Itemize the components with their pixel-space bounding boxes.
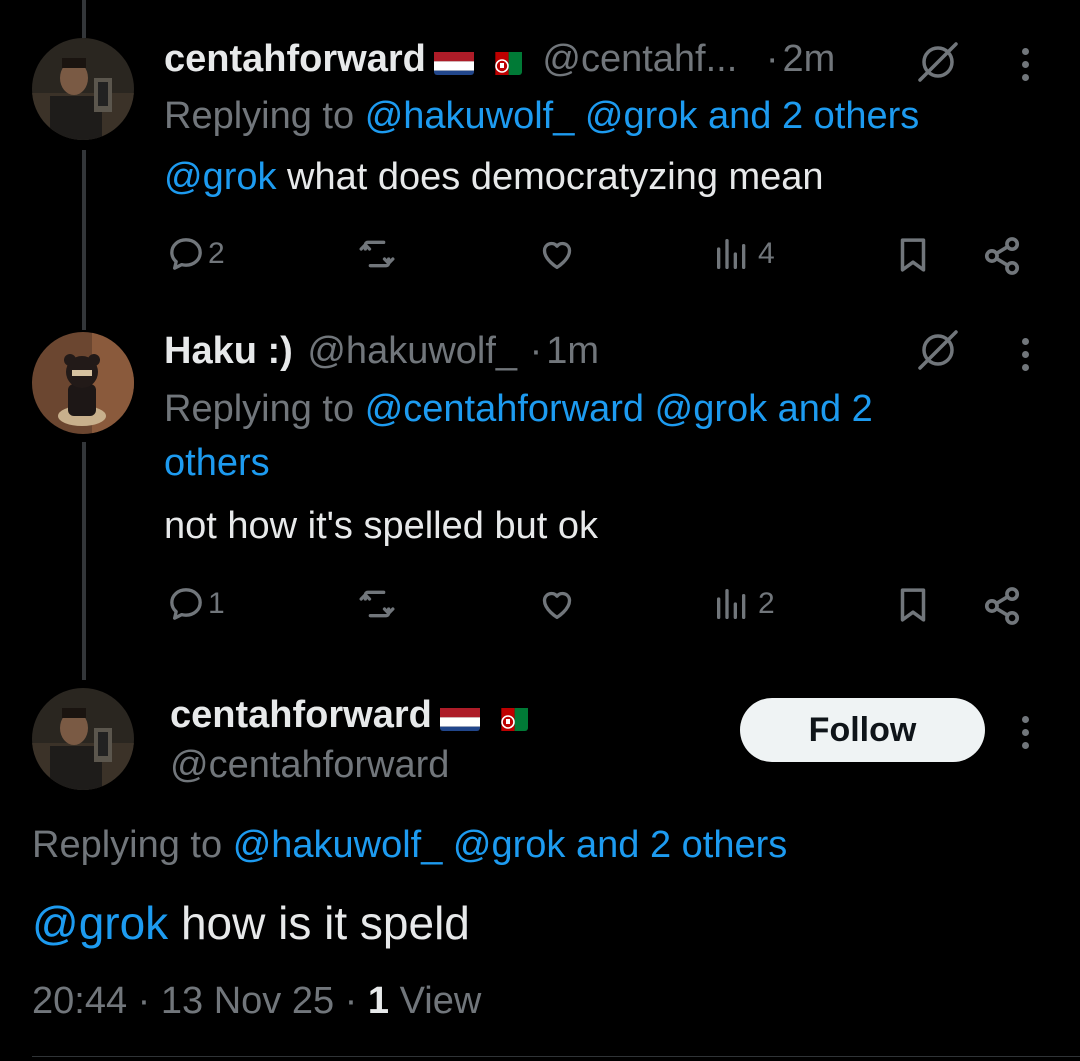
thread-line: [82, 0, 86, 38]
timestamp[interactable]: 2m: [783, 38, 836, 80]
repost-button[interactable]: [356, 584, 398, 624]
views-button[interactable]: 4: [712, 234, 775, 274]
netherlands-flag-icon: [433, 47, 474, 75]
more-icon[interactable]: [1022, 716, 1030, 755]
bookmark-icon[interactable]: [892, 584, 934, 626]
display-name[interactable]: Haku :): [164, 330, 293, 372]
grok-icon[interactable]: [914, 328, 962, 377]
share-icon[interactable]: [980, 234, 1024, 278]
repost-button[interactable]: [356, 234, 398, 274]
handle[interactable]: @centahf...: [542, 38, 737, 80]
separator: ·: [529, 330, 543, 372]
replying-to-label: Replying to: [164, 388, 355, 430]
display-name[interactable]: centahforward: [164, 38, 426, 80]
avatar[interactable]: [32, 38, 134, 140]
tweet-meta: 20:44 · 13 Nov 25 · 1 View: [32, 980, 481, 1023]
tweet-date[interactable]: 13 Nov 25: [161, 980, 334, 1022]
afghanistan-flag-icon: [481, 47, 522, 75]
reply-count: 2: [208, 237, 225, 270]
mention-link[interactable]: @grok: [32, 897, 168, 949]
separator: ·: [137, 980, 151, 1022]
avatar[interactable]: [32, 688, 134, 790]
afghanistan-flag-icon: [487, 703, 528, 731]
view-label: View: [399, 980, 482, 1022]
replying-to-mentions[interactable]: @hakuwolf_ @grok and 2 others: [365, 95, 920, 137]
tweet-time[interactable]: 20:44: [32, 980, 127, 1022]
more-icon[interactable]: [1022, 48, 1030, 87]
like-button[interactable]: [536, 234, 578, 274]
tweet-text: @grok what does democratyzing mean: [164, 156, 824, 199]
views-button[interactable]: 2: [712, 584, 775, 624]
like-button[interactable]: [536, 584, 578, 624]
replying-to-mentions[interactable]: @hakuwolf_ @grok and 2 others: [233, 824, 788, 866]
tweet-body: not how it's spelled but ok: [164, 505, 598, 547]
reply-count: 1: [208, 587, 225, 620]
follow-button[interactable]: Follow: [740, 698, 985, 762]
replying-to-label: Replying to: [164, 95, 355, 137]
more-icon[interactable]: [1022, 338, 1030, 377]
handle[interactable]: @hakuwolf_: [307, 330, 517, 372]
reply-button[interactable]: 1: [166, 584, 225, 624]
tweet-body: how is it speld: [168, 897, 470, 949]
display-name[interactable]: centahforward: [170, 694, 432, 736]
tweet-text: @grok how is it speld: [32, 896, 470, 950]
separator: ·: [344, 980, 358, 1022]
timestamp[interactable]: 1m: [546, 330, 599, 372]
mention-link[interactable]: @grok: [164, 156, 277, 198]
avatar[interactable]: [32, 332, 134, 434]
view-count: 1: [367, 980, 390, 1022]
view-count: 4: [758, 237, 775, 270]
reply-button[interactable]: 2: [166, 234, 225, 274]
separator: ·: [765, 38, 779, 80]
grok-icon[interactable]: [914, 40, 962, 89]
tweet-body: what does democratyzing mean: [276, 156, 824, 198]
replying-to-mentions-cont[interactable]: others: [164, 442, 270, 485]
bookmark-icon[interactable]: [892, 234, 934, 276]
thread-line: [82, 150, 86, 330]
handle[interactable]: @centahforward: [170, 744, 449, 787]
view-count: 2: [758, 587, 775, 620]
replying-to-mentions[interactable]: @centahforward @grok and 2: [365, 388, 873, 430]
netherlands-flag-icon: [439, 703, 480, 731]
share-icon[interactable]: [980, 584, 1024, 628]
thread-line: [82, 442, 86, 680]
divider: [32, 1056, 1080, 1057]
replying-to-label: Replying to: [32, 824, 223, 866]
